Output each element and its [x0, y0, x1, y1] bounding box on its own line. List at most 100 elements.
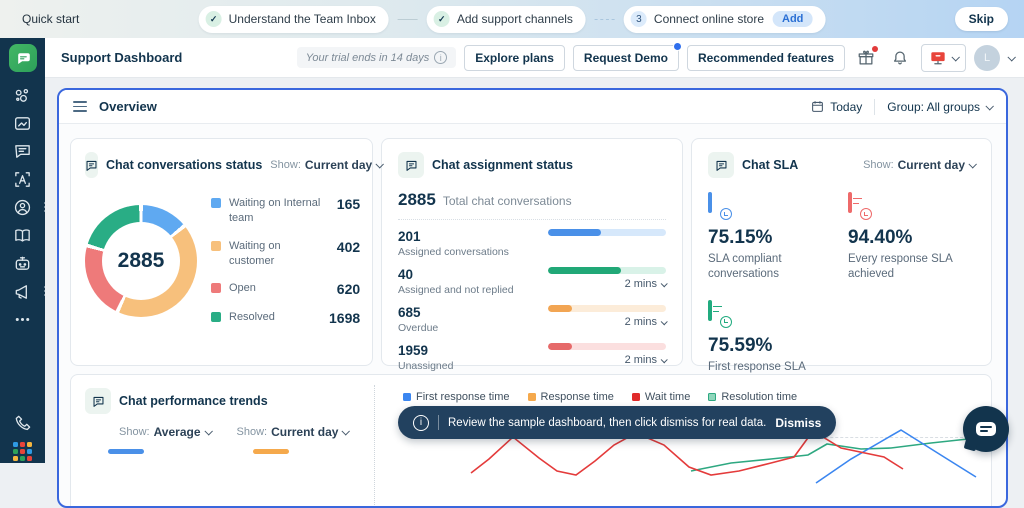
- sidebar-item-knowledge-base-icon[interactable]: [8, 226, 38, 245]
- skip-button[interactable]: Skip: [955, 7, 1008, 31]
- quick-start-bar: Quick start ✓ Understand the Team Inbox …: [0, 0, 1024, 38]
- legend-swatch: [403, 393, 411, 401]
- gift-icon[interactable]: [853, 45, 879, 71]
- mini-bar-orange: [253, 449, 289, 454]
- show-label: Show:: [863, 159, 894, 171]
- chevron-down-icon: [968, 160, 976, 168]
- legend-label: First response time: [416, 391, 510, 403]
- donut-legend: Waiting on Internal team 165 Waiting on …: [211, 196, 360, 326]
- card-title: Chat conversations status: [106, 158, 262, 172]
- chat-conversations-status-card: Chat conversations status Show: Current …: [70, 138, 373, 366]
- sla-metric: 94.40% Every response SLA achieved: [848, 194, 988, 282]
- legend-item: Wait time: [632, 391, 690, 403]
- sidebar-item-apps-grid-icon[interactable]: [13, 442, 32, 461]
- add-button[interactable]: Add: [773, 11, 812, 27]
- page-title: Support Dashboard: [61, 50, 182, 65]
- progress-bar: [548, 267, 666, 274]
- legend-swatch: [708, 393, 716, 401]
- sidebar-item-campaigns-icon[interactable]: [8, 282, 38, 301]
- avatar[interactable]: L: [974, 45, 1000, 71]
- request-demo-button[interactable]: Request Demo: [573, 45, 679, 71]
- sidebar-item-more-icon[interactable]: [8, 310, 38, 329]
- sidebar-item-canned-responses-icon[interactable]: [8, 170, 38, 189]
- toast-message: Review the sample dashboard, then click …: [448, 417, 766, 429]
- assignment-row: 685 Overdue 2 mins: [398, 305, 666, 334]
- main-area: Overview Today Group: All groups: [45, 78, 1024, 463]
- chat-performance-trends-card: Chat performance trends Show: Average Sh…: [70, 374, 992, 508]
- menu-icon[interactable]: [73, 101, 87, 112]
- step-number: 3: [631, 11, 647, 27]
- step-add-support-channels[interactable]: ✓ Add support channels: [427, 6, 586, 33]
- legend-label: Resolved: [229, 310, 321, 325]
- legend-label: Response time: [541, 391, 614, 403]
- row-value: 1959: [398, 343, 453, 358]
- chat-launcher-button[interactable]: [963, 406, 1009, 452]
- progress-bar: [548, 229, 666, 236]
- show-dropdown[interactable]: Show: Current day: [863, 158, 975, 172]
- show-value: Average: [154, 425, 201, 439]
- freshchat-logo[interactable]: [0, 38, 45, 78]
- divider: [874, 99, 875, 115]
- show-metric-dropdown[interactable]: Show: Average: [119, 425, 211, 439]
- step-connect-online-store[interactable]: 3 Connect online store Add: [624, 6, 825, 33]
- metric-value: 75.59%: [708, 335, 848, 357]
- sidebar-item-bubbles-icon[interactable]: [8, 86, 38, 105]
- legend-item: First response time: [403, 391, 510, 403]
- assignment-row: 1959 Unassigned 2 mins: [398, 343, 666, 372]
- card-title: Chat assignment status: [432, 158, 573, 172]
- chevron-down-icon: [661, 318, 668, 325]
- chevron-down-icon[interactable]: [1007, 53, 1015, 61]
- bell-icon[interactable]: [887, 45, 913, 71]
- sidebar-item-bot-icon[interactable]: [8, 254, 38, 273]
- info-icon[interactable]: i: [434, 51, 447, 64]
- time-dropdown[interactable]: 2 mins: [625, 316, 666, 328]
- legend-label: Waiting on customer: [229, 239, 321, 269]
- legend-label: Waiting on Internal team: [229, 196, 321, 226]
- screen-share-dropdown[interactable]: [921, 44, 966, 72]
- show-period-dropdown[interactable]: Show: Current day: [237, 425, 349, 439]
- sidebar-item-phone-icon[interactable]: [8, 413, 38, 432]
- dismiss-button[interactable]: Dismiss: [775, 416, 821, 430]
- quick-start-steps: ✓ Understand the Team Inbox ✓ Add suppor…: [199, 6, 826, 33]
- sidebar-item-contacts-icon[interactable]: [8, 198, 38, 217]
- show-dropdown[interactable]: Show: Current day: [270, 158, 382, 172]
- step-connector: [398, 19, 418, 20]
- time-dropdown[interactable]: 2 mins: [625, 278, 666, 290]
- legend-item: Waiting on customer 402: [211, 239, 360, 269]
- total-conversations: 2885: [398, 190, 436, 210]
- sidebar-item-conversations-icon[interactable]: [8, 142, 38, 161]
- step-label: Connect online store: [654, 12, 764, 26]
- sla-document-clock-icon: [848, 194, 874, 220]
- check-icon: ✓: [206, 11, 222, 27]
- step-understand-team-inbox[interactable]: ✓ Understand the Team Inbox: [199, 6, 389, 33]
- row-label: Assigned and not replied: [398, 284, 514, 296]
- time-value: 2 mins: [625, 354, 657, 366]
- show-label: Show:: [119, 426, 150, 438]
- info-icon: i: [413, 415, 429, 431]
- gift-badge: [872, 46, 878, 52]
- explore-plans-button[interactable]: Explore plans: [464, 45, 565, 71]
- recommended-features-button[interactable]: Recommended features: [687, 45, 845, 71]
- group-filter-label: Group: All groups: [887, 100, 980, 114]
- legend-label: Wait time: [645, 391, 690, 403]
- row-value: 685: [398, 305, 438, 320]
- sidebar-item-dashboard-icon[interactable]: [8, 114, 38, 133]
- group-filter[interactable]: Group: All groups: [887, 100, 992, 114]
- overview-header: Overview Today Group: All groups: [59, 90, 1006, 124]
- date-filter-label: Today: [830, 100, 862, 114]
- app-header: Support Dashboard Your trial ends in 14 …: [45, 38, 1024, 78]
- time-dropdown[interactable]: 2 mins: [625, 354, 666, 366]
- legend-value: 165: [337, 196, 360, 212]
- date-filter[interactable]: Today: [811, 100, 862, 114]
- time-value: 2 mins: [625, 278, 657, 290]
- show-label: Show:: [237, 426, 268, 438]
- quick-start-title: Quick start: [22, 12, 79, 26]
- sidebar: [0, 38, 45, 463]
- notification-dot: [673, 42, 682, 51]
- step-connector-dashed: [595, 19, 615, 20]
- sla-metric: 75.15% SLA compliant conversations: [708, 194, 848, 282]
- trial-banner: Your trial ends in 14 days i: [297, 47, 457, 68]
- card-title: Chat performance trends: [119, 394, 268, 408]
- mini-bar-blue: [108, 449, 144, 454]
- conversations-donut-chart[interactable]: 2885: [85, 205, 197, 317]
